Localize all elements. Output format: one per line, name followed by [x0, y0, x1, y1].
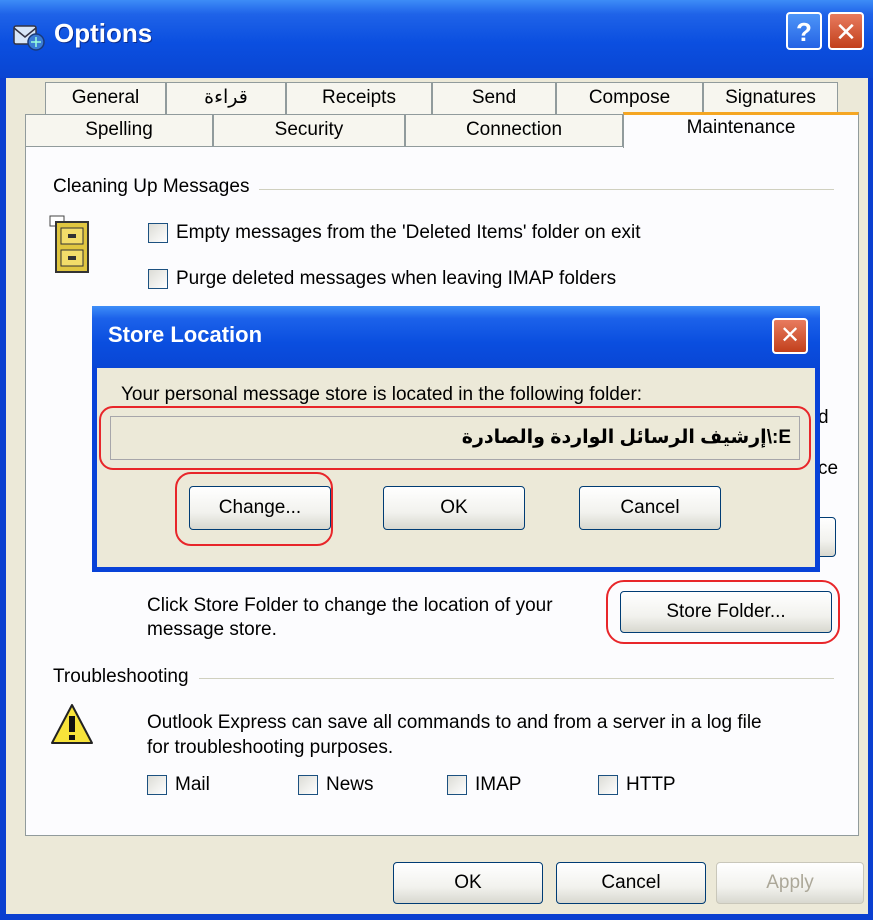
log-mail-checkbox[interactable]	[147, 775, 167, 795]
empty-deleted-items-label: Empty messages from the 'Deleted Items' …	[176, 222, 641, 243]
store-location-dialog: Store Location ✕ Your personal message s…	[92, 306, 820, 572]
tab-spelling[interactable]: Spelling	[25, 114, 213, 146]
purge-imap-label: Purge deleted messages when leaving IMAP…	[176, 268, 617, 289]
close-button[interactable]: ✕	[828, 12, 864, 50]
dialog-title: Store Location	[108, 322, 263, 347]
change-highlight	[175, 472, 333, 546]
log-imap-checkbox[interactable]	[447, 775, 467, 795]
troubleshooting-description-line2: for troubleshooting purposes.	[147, 737, 394, 758]
dialog-message: Your personal message store is located i…	[121, 384, 643, 405]
store-description-line2: message store.	[147, 619, 277, 640]
troubleshooting-description-line1: Outlook Express can save all commands to…	[147, 712, 762, 733]
ok-button[interactable]: OK	[393, 862, 543, 904]
tab-send[interactable]: Send	[432, 82, 556, 114]
purge-imap-row[interactable]: Purge deleted messages when leaving IMAP…	[148, 268, 616, 290]
help-button[interactable]: ?	[786, 12, 822, 50]
log-news-checkbox[interactable]	[298, 775, 318, 795]
partial-text-2: ce	[818, 458, 839, 479]
store-description: Click Store Folder to change the locatio…	[147, 594, 553, 642]
tab-read[interactable]: قراءة	[166, 82, 286, 114]
path-highlight	[99, 406, 811, 470]
dialog-client-area: Your personal message store is located i…	[97, 368, 815, 567]
store-folder-highlight	[606, 580, 840, 644]
store-description-line1: Click Store Folder to change the locatio…	[147, 595, 553, 616]
tab-maintenance[interactable]: Maintenance	[623, 112, 859, 148]
file-cabinet-icon	[49, 215, 89, 273]
tab-security[interactable]: Security	[213, 114, 405, 146]
troubleshooting-description: Outlook Express can save all commands to…	[147, 710, 762, 760]
outlook-express-icon	[13, 25, 45, 51]
tab-receipts[interactable]: Receipts	[286, 82, 432, 114]
log-http-label: HTTP	[626, 774, 676, 795]
dialog-ok-button[interactable]: OK	[383, 486, 525, 530]
options-titlebar[interactable]: Options ? ✕	[0, 0, 873, 78]
dialog-cancel-button[interactable]: Cancel	[579, 486, 721, 530]
cleaning-group-header: Cleaning Up Messages	[53, 176, 260, 198]
tab-connection[interactable]: Connection	[405, 114, 623, 146]
troubleshooting-group-header: Troubleshooting	[53, 666, 199, 688]
dialog-titlebar[interactable]: Store Location ✕	[92, 306, 820, 368]
log-imap-label: IMAP	[475, 774, 522, 795]
purge-imap-checkbox[interactable]	[148, 269, 168, 289]
cancel-button[interactable]: Cancel	[556, 862, 706, 904]
log-http-checkbox[interactable]	[598, 775, 618, 795]
apply-button[interactable]: Apply	[716, 862, 864, 904]
log-mail-row[interactable]: Mail	[147, 774, 210, 796]
log-news-row[interactable]: News	[298, 774, 374, 796]
tab-compose[interactable]: Compose	[556, 82, 703, 114]
log-news-label: News	[326, 774, 374, 795]
warning-icon	[51, 704, 93, 744]
tab-general[interactable]: General	[45, 82, 166, 114]
log-http-row[interactable]: HTTP	[598, 774, 676, 796]
window-title: Options	[54, 18, 153, 48]
tab-signatures[interactable]: Signatures	[703, 82, 838, 114]
empty-deleted-items-row[interactable]: Empty messages from the 'Deleted Items' …	[148, 222, 641, 244]
dialog-close-button[interactable]: ✕	[772, 318, 808, 354]
empty-deleted-items-checkbox[interactable]	[148, 223, 168, 243]
log-imap-row[interactable]: IMAP	[447, 774, 521, 796]
log-mail-label: Mail	[175, 774, 210, 795]
